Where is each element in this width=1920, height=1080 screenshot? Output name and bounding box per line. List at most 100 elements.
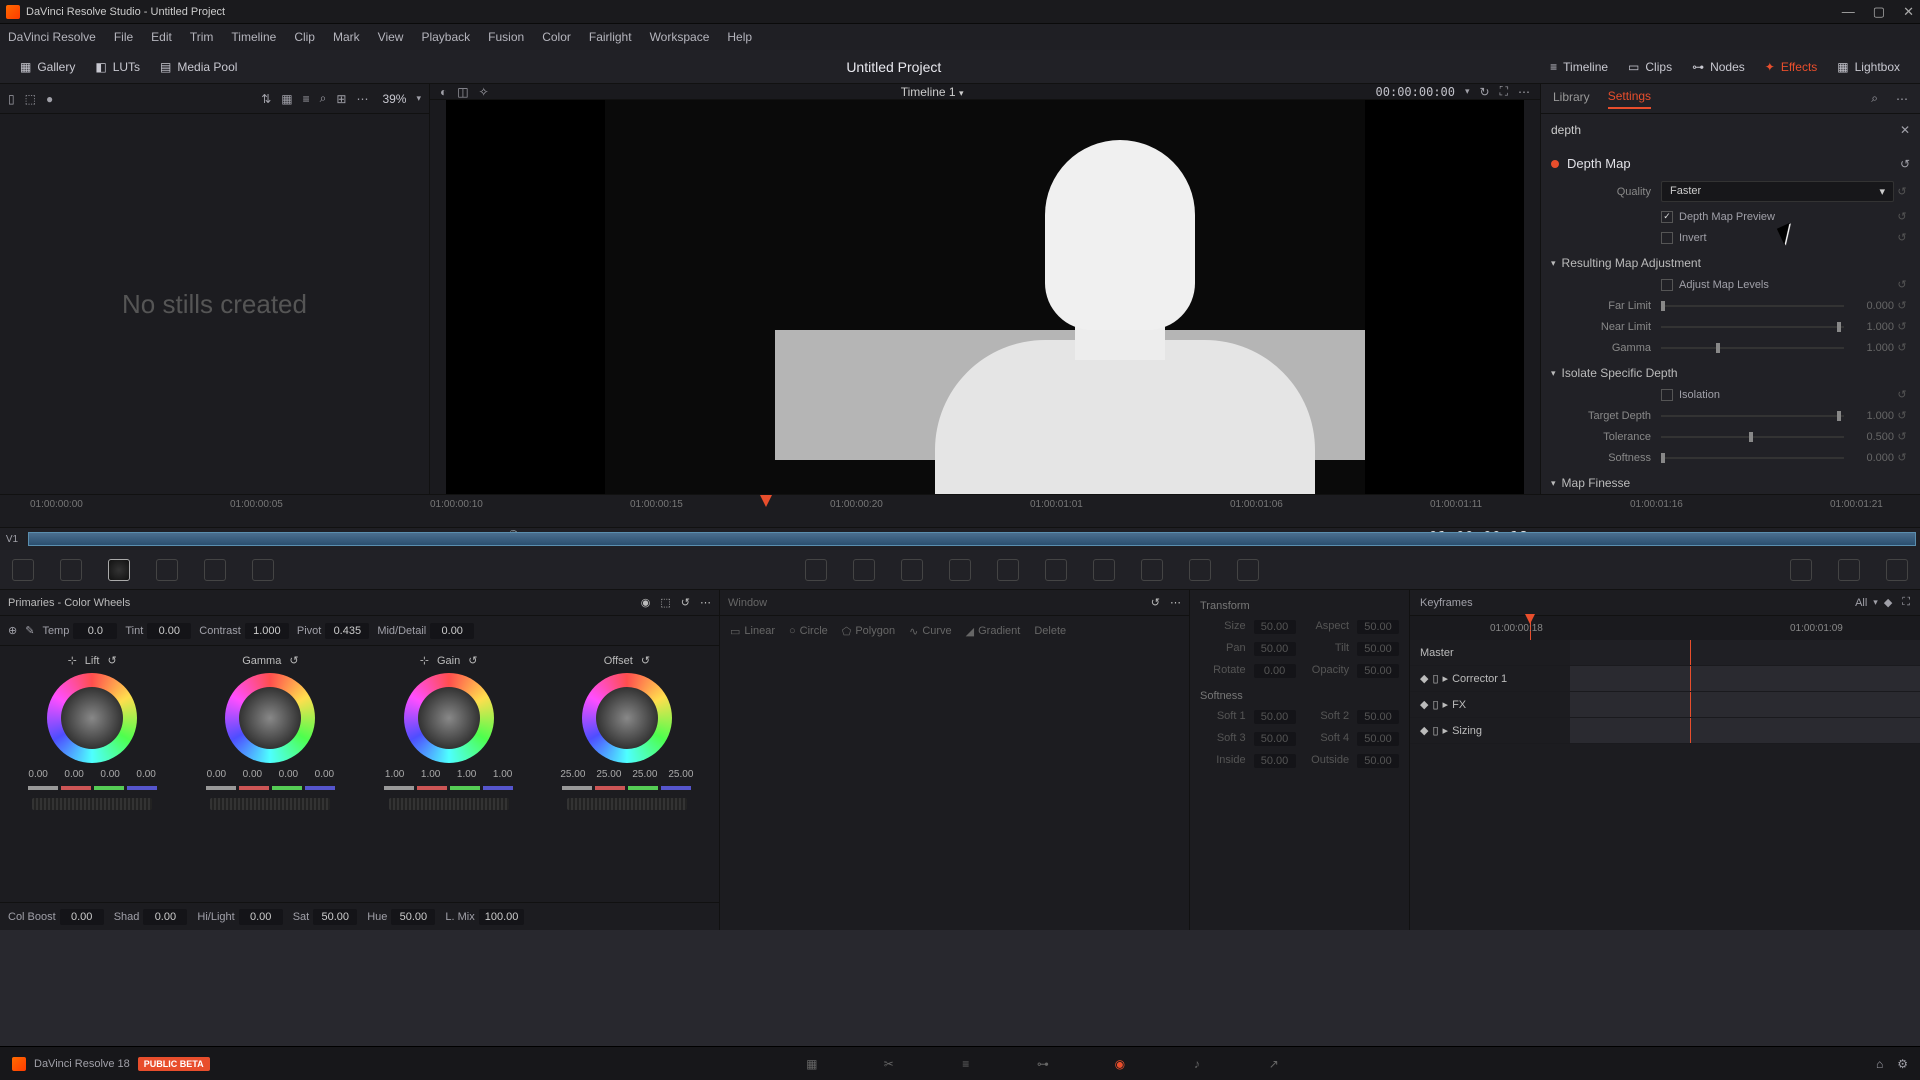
menu-fairlight[interactable]: Fairlight	[589, 30, 632, 44]
palette-window-icon[interactable]	[949, 559, 971, 581]
source-timecode[interactable]: 00:00:00:00	[1376, 85, 1455, 99]
inspector-more-icon[interactable]: ⋯	[1896, 92, 1908, 106]
offset-g[interactable]: 25.00	[628, 769, 662, 780]
isolation-checkbox[interactable]	[1661, 389, 1673, 401]
invert-reset-icon[interactable]: ↺	[1894, 231, 1910, 244]
contrast-value[interactable]: 1.000	[245, 623, 289, 639]
palette-sizing-icon[interactable]	[1189, 559, 1211, 581]
stills-grid-icon[interactable]: ▦	[281, 92, 292, 106]
keyframes-mode-chevron-icon[interactable]: ▾	[1873, 597, 1878, 608]
tolerance-slider[interactable]	[1661, 436, 1844, 438]
quality-reset-icon[interactable]: ↺	[1894, 185, 1910, 198]
target-depth-slider[interactable]	[1661, 415, 1844, 417]
palette-color-wheels-icon[interactable]	[108, 559, 130, 581]
auto-balance-icon[interactable]: ⊕	[8, 624, 17, 637]
isolation-reset-icon[interactable]: ↺	[1894, 388, 1910, 401]
gain-wheel[interactable]	[404, 673, 494, 763]
gamma-slider[interactable]	[1661, 347, 1844, 349]
tf-soft3-value[interactable]: 50.00	[1254, 732, 1296, 746]
hilight-value[interactable]: 0.00	[239, 909, 283, 925]
temp-value[interactable]: 0.0	[73, 623, 117, 639]
kf-key-icon[interactable]: ◆	[1420, 698, 1428, 711]
adjust-levels-reset-icon[interactable]: ↺	[1894, 278, 1910, 291]
target-depth-value[interactable]: 1.000	[1844, 410, 1894, 422]
stills-zoom-icon[interactable]: ⊞	[336, 92, 346, 106]
viewer-more-icon[interactable]: ⋯	[1518, 85, 1530, 99]
palette-tracker-icon[interactable]	[997, 559, 1019, 581]
gamma-y[interactable]: 0.00	[199, 769, 233, 780]
menu-fusion[interactable]: Fusion	[488, 30, 524, 44]
page-cut-icon[interactable]: ✂	[878, 1053, 900, 1075]
menu-color[interactable]: Color	[542, 30, 571, 44]
pivot-value[interactable]: 0.435	[325, 623, 369, 639]
kf-lock-icon[interactable]: ▯	[1432, 698, 1438, 711]
tab-settings[interactable]: Settings	[1608, 89, 1651, 109]
lift-wheel[interactable]	[47, 673, 137, 763]
hue-value[interactable]: 50.00	[391, 909, 435, 925]
tab-library[interactable]: Library	[1553, 90, 1590, 108]
wheels-bars-icon[interactable]: ⬚	[660, 596, 670, 609]
tf-outside-value[interactable]: 50.00	[1357, 754, 1399, 768]
gain-crosshair-icon[interactable]: ⊹	[420, 654, 429, 667]
tf-size-value[interactable]: 50.00	[1254, 620, 1296, 634]
palette-curves-icon[interactable]	[805, 559, 827, 581]
gain-g[interactable]: 1.00	[450, 769, 484, 780]
kf-ruler[interactable]: 01:00:00:18 01:00:01:09	[1410, 616, 1920, 640]
lift-g[interactable]: 0.00	[93, 769, 127, 780]
kf-caret-icon[interactable]: ▸	[1443, 672, 1449, 685]
kf-key-icon[interactable]: ◆	[1420, 724, 1428, 737]
zoom-chevron-icon[interactable]: ▾	[416, 93, 421, 104]
near-limit-value[interactable]: 1.000	[1844, 321, 1894, 333]
gamma-jog[interactable]	[210, 798, 330, 810]
page-deliver-icon[interactable]: ↗	[1263, 1053, 1285, 1075]
lmix-value[interactable]: 100.00	[479, 909, 525, 925]
tolerance-reset-icon[interactable]: ↺	[1894, 430, 1910, 443]
keyframes-expand-icon[interactable]: ⛶	[1902, 596, 1910, 609]
invert-checkbox[interactable]	[1661, 232, 1673, 244]
offset-y[interactable]: 25.00	[556, 769, 590, 780]
far-limit-slider[interactable]	[1661, 305, 1844, 307]
gamma-reset-icon[interactable]: ↺	[289, 654, 298, 667]
stills-view-icon[interactable]: ▯	[8, 92, 15, 106]
gain-reset-icon[interactable]: ↺	[468, 654, 477, 667]
tf-rotate-value[interactable]: 0.00	[1254, 664, 1296, 678]
maximize-button[interactable]: ▢	[1873, 4, 1885, 20]
shape-circle[interactable]: ○Circle	[789, 625, 828, 637]
gamma-wheel[interactable]	[225, 673, 315, 763]
offset-reset-icon[interactable]: ↺	[641, 654, 650, 667]
tf-soft4-value[interactable]: 50.00	[1357, 732, 1399, 746]
wheels-more-icon[interactable]: ⋯	[700, 596, 711, 609]
tf-pan-value[interactable]: 50.00	[1254, 642, 1296, 656]
menu-trim[interactable]: Trim	[190, 30, 214, 44]
section-map-finesse[interactable]: ▾Map Finesse	[1551, 468, 1910, 494]
effects-button[interactable]: ✦Effects	[1755, 56, 1828, 78]
tolerance-value[interactable]: 0.500	[1844, 431, 1894, 443]
page-fairlight-icon[interactable]: ♪	[1186, 1053, 1208, 1075]
offset-b[interactable]: 25.00	[664, 769, 698, 780]
kf-row-corrector[interactable]: ◆▯▸Corrector 1	[1410, 666, 1920, 692]
lightbox-button[interactable]: ▦Lightbox	[1827, 56, 1910, 78]
softness-slider[interactable]	[1661, 457, 1844, 459]
tf-aspect-value[interactable]: 50.00	[1357, 620, 1399, 634]
lift-crosshair-icon[interactable]: ⊹	[68, 654, 77, 667]
gain-b[interactable]: 1.00	[486, 769, 520, 780]
gamma-reset-icon[interactable]: ↺	[1894, 341, 1910, 354]
lift-reset-icon[interactable]: ↺	[107, 654, 116, 667]
palette-warper-icon[interactable]	[853, 559, 875, 581]
tc-chevron-icon[interactable]: ▾	[1465, 86, 1470, 97]
page-fusion-icon[interactable]: ⊶	[1032, 1053, 1054, 1075]
keyframes-mode[interactable]: All	[1855, 597, 1867, 609]
luts-button[interactable]: ◧LUTs	[85, 56, 150, 78]
viewer-split-icon[interactable]: ◫	[457, 85, 468, 99]
palette-key-icon[interactable]	[1141, 559, 1163, 581]
gain-jog[interactable]	[389, 798, 509, 810]
gain-r[interactable]: 1.00	[414, 769, 448, 780]
far-limit-value[interactable]: 0.000	[1844, 300, 1894, 312]
page-edit-icon[interactable]: ≡	[955, 1053, 977, 1075]
page-media-icon[interactable]: ▦	[801, 1053, 823, 1075]
palette-blur-icon[interactable]	[1093, 559, 1115, 581]
depth-preview-checkbox[interactable]	[1661, 211, 1673, 223]
tf-soft1-value[interactable]: 50.00	[1254, 710, 1296, 724]
lift-b[interactable]: 0.00	[129, 769, 163, 780]
offset-r[interactable]: 25.00	[592, 769, 626, 780]
